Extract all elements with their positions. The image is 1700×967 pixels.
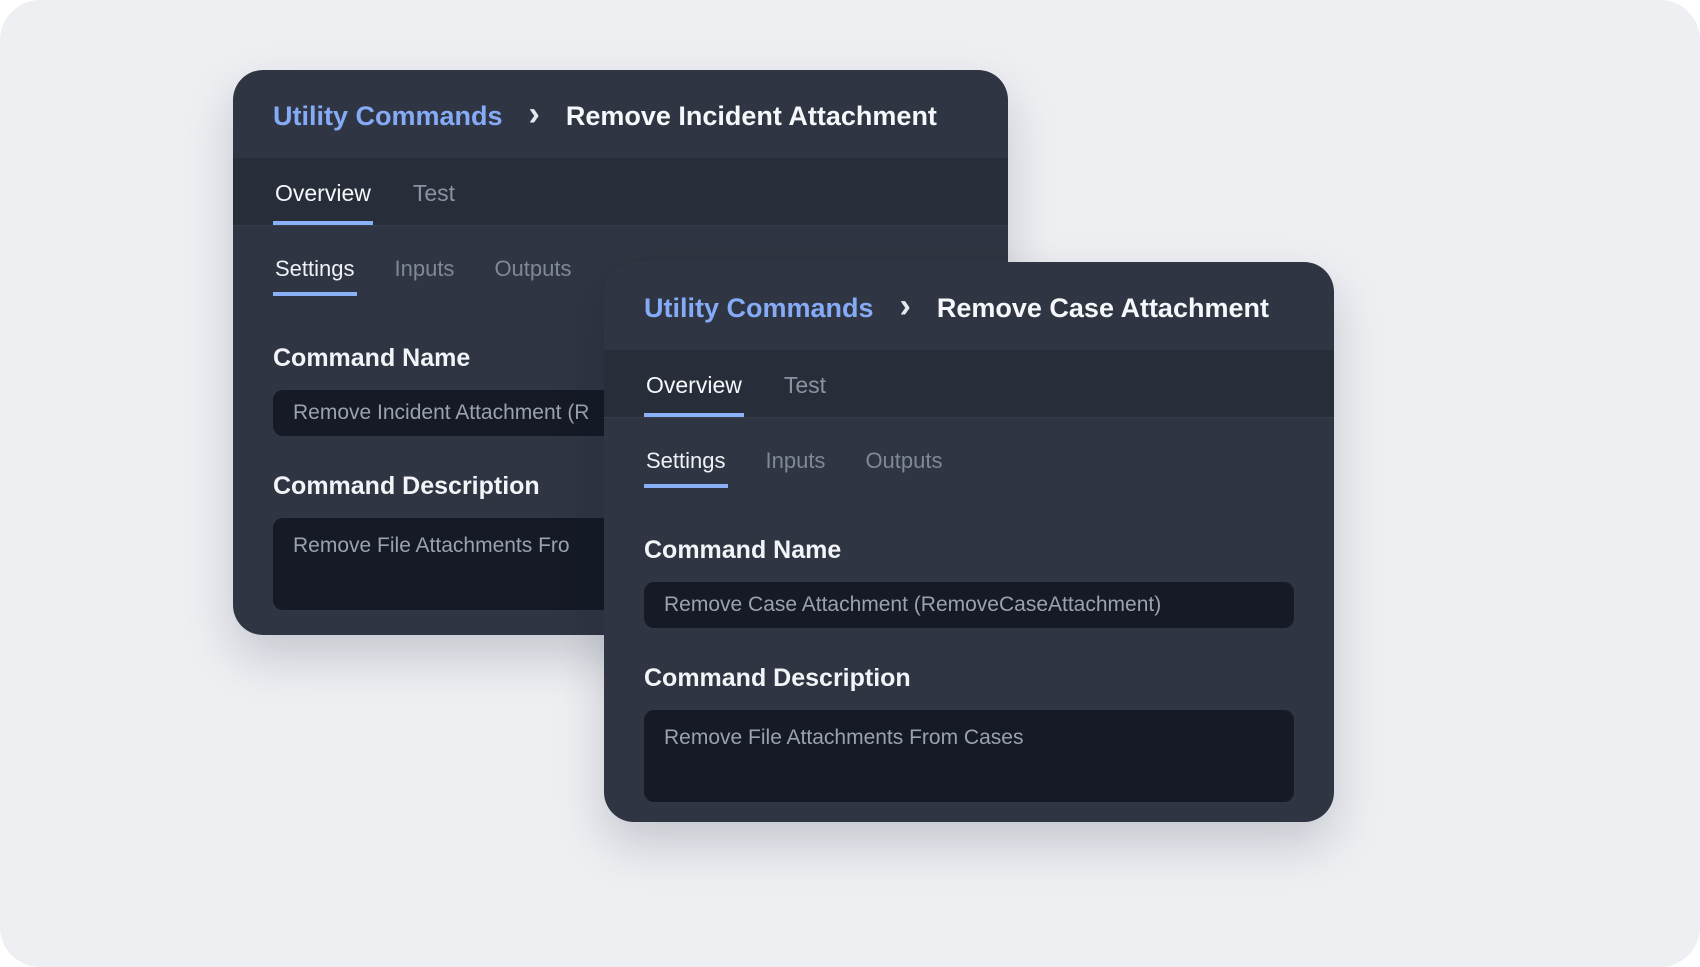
breadcrumb-current-page: Remove Case Attachment <box>937 293 1269 324</box>
subtab-inputs[interactable]: Inputs <box>764 448 828 488</box>
subtab-settings[interactable]: Settings <box>644 448 728 488</box>
breadcrumb-current-page: Remove Incident Attachment <box>566 101 937 132</box>
command-panel-remove-case-attachment: Utility Commands › Remove Case Attachmen… <box>604 262 1334 822</box>
command-description-input[interactable]: Remove File Attachments From Cases <box>644 710 1294 802</box>
chevron-right-icon: › <box>900 293 911 319</box>
tab-test[interactable]: Test <box>411 158 457 225</box>
subtab-settings[interactable]: Settings <box>273 256 357 296</box>
chevron-right-icon: › <box>529 101 540 127</box>
tab-overview[interactable]: Overview <box>273 158 373 225</box>
main-tab-bar: Overview Test <box>233 158 1008 226</box>
subtab-outputs[interactable]: Outputs <box>492 256 573 296</box>
breadcrumb: Utility Commands › Remove Incident Attac… <box>233 70 1008 158</box>
page-background: Utility Commands › Remove Incident Attac… <box>0 0 1700 967</box>
settings-form: Command Name Remove Case Attachment (Rem… <box>604 488 1334 802</box>
subtab-inputs[interactable]: Inputs <box>393 256 457 296</box>
breadcrumb-link-utility-commands[interactable]: Utility Commands <box>644 293 874 324</box>
command-name-input[interactable]: Remove Case Attachment (RemoveCaseAttach… <box>644 582 1294 628</box>
subtab-outputs[interactable]: Outputs <box>863 448 944 488</box>
sub-tab-bar: Settings Inputs Outputs <box>644 448 1294 488</box>
command-description-label: Command Description <box>644 664 1294 692</box>
breadcrumb: Utility Commands › Remove Case Attachmen… <box>604 262 1334 350</box>
main-tab-bar: Overview Test <box>604 350 1334 418</box>
tab-overview[interactable]: Overview <box>644 350 744 417</box>
command-name-label: Command Name <box>644 536 1294 564</box>
breadcrumb-link-utility-commands[interactable]: Utility Commands <box>273 101 503 132</box>
tab-test[interactable]: Test <box>782 350 828 417</box>
